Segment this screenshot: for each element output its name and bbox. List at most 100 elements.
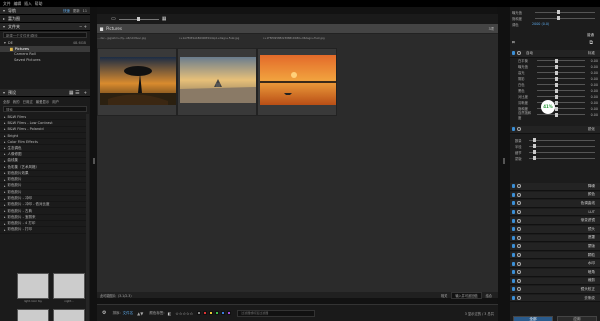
toggle-icon[interactable] <box>512 253 515 258</box>
slider-track[interactable] <box>535 10 595 14</box>
swatch-none[interactable] <box>197 310 202 315</box>
module-header[interactable]: 去条纹 <box>510 294 600 303</box>
slider-track[interactable] <box>537 88 585 93</box>
slider-track[interactable] <box>537 76 585 81</box>
toggle-icon[interactable] <box>512 278 515 283</box>
swatch-blue[interactable] <box>221 310 226 315</box>
slider-track[interactable] <box>529 144 595 148</box>
module-header-sharpen[interactable]: 锐化 <box>510 126 600 134</box>
toggle-icon[interactable] <box>512 218 515 223</box>
toggle-icon[interactable] <box>512 201 515 206</box>
tab-quick[interactable]: 快速 <box>63 8 70 13</box>
thumbnail-size-slider[interactable] <box>118 17 159 21</box>
crop-icon[interactable]: ⌗ <box>512 40 515 46</box>
preset-tab-favorites[interactable]: 最爱显示 <box>36 99 50 104</box>
module-header[interactable]: 裁剪 <box>510 277 600 286</box>
toggle-icon[interactable] <box>512 287 515 292</box>
history-header[interactable]: ▸ 富为图 <box>0 15 90 23</box>
menu-file[interactable]: 文件 <box>3 1 11 7</box>
reset-icon[interactable] <box>517 127 521 132</box>
slider-knob[interactable] <box>533 144 536 148</box>
left-collapse-handle[interactable] <box>93 158 95 164</box>
reset-icon[interactable] <box>517 201 521 206</box>
slider-knob[interactable] <box>533 150 536 154</box>
module-header[interactable]: 水印 <box>510 260 600 268</box>
slider-knob[interactable] <box>555 58 558 63</box>
root-folder-field[interactable]: 新建一个文件夹/路径 <box>3 32 87 38</box>
reset-icon[interactable] <box>517 227 521 232</box>
add-folder-icon[interactable]: − + <box>79 24 87 29</box>
toggle-icon[interactable] <box>512 244 515 249</box>
toggle-icon[interactable] <box>512 51 515 56</box>
slider-track[interactable] <box>537 82 585 87</box>
value-dropdown[interactable]: 2000 (0.0) <box>532 22 549 26</box>
slider-knob[interactable] <box>533 138 536 142</box>
sort-direction-icon[interactable]: ▲▼ <box>137 311 143 316</box>
status-input[interactable]: 输入并可返回值 <box>451 291 482 299</box>
reset-icon[interactable] <box>517 287 521 292</box>
slider-knob[interactable] <box>555 94 558 99</box>
reset-icon[interactable] <box>517 235 521 240</box>
thumbnail-card[interactable] <box>257 48 337 116</box>
auto-label[interactable]: 自动 <box>526 51 533 56</box>
preset-thumbnail[interactable] <box>53 273 85 299</box>
thumbnail-card[interactable] <box>97 48 177 116</box>
toggle-icon[interactable] <box>512 227 515 232</box>
thumbnail-view-icon[interactable]: ▭ <box>111 16 116 22</box>
slider-track[interactable] <box>537 70 585 75</box>
presets-header[interactable]: ▾ 预设 ▦ ☰ + <box>0 89 90 97</box>
copy-icon[interactable]: ⧉ <box>589 40 593 46</box>
toggle-icon[interactable] <box>512 127 515 132</box>
add-preset-icon[interactable]: + <box>84 90 87 95</box>
module-header[interactable]: LUT <box>510 208 600 217</box>
module-header[interactable]: 蒙版 <box>510 243 600 251</box>
slider-track[interactable] <box>537 112 585 117</box>
photo-tree-sunset[interactable] <box>98 49 178 117</box>
slider-knob[interactable] <box>136 17 140 21</box>
preset-item[interactable]: ▸ 彩色胶片 - 打印 <box>0 227 86 234</box>
slider-knob[interactable] <box>555 76 558 81</box>
photo-house-sunrise[interactable] <box>178 49 258 117</box>
swatch-green[interactable] <box>215 310 220 315</box>
folders-header[interactable]: ▾ 文件夹 − + <box>0 23 90 31</box>
tab-extra[interactable]: 11 <box>83 9 87 13</box>
preset-tab-user[interactable]: 用户 <box>52 99 59 104</box>
filter-icon[interactable]: ◧ <box>168 311 172 316</box>
slider-knob[interactable] <box>555 70 558 75</box>
slider-track[interactable] <box>529 138 595 142</box>
module-header[interactable]: 镜头校正 <box>510 286 600 294</box>
preset-scrollbar[interactable] <box>86 114 89 321</box>
slider-track[interactable] <box>529 156 595 160</box>
module-header[interactable]: 降噪 <box>510 183 600 191</box>
menu-edit[interactable]: 编辑 <box>14 1 22 7</box>
slider-knob[interactable] <box>555 82 558 87</box>
grid-view-icon[interactable]: ▦ ☰ <box>69 90 80 96</box>
module-header[interactable]: 遮罩 <box>510 234 600 243</box>
swatch-yellow[interactable] <box>209 310 214 315</box>
reset-icon[interactable] <box>517 270 521 275</box>
slider-knob[interactable] <box>557 16 560 20</box>
module-header[interactable]: 色调曲线 <box>510 200 600 208</box>
reset-icon[interactable] <box>517 244 521 249</box>
slider-track[interactable] <box>537 94 585 99</box>
reset-icon[interactable] <box>517 184 521 189</box>
slider-knob[interactable] <box>555 100 558 105</box>
slider-knob[interactable] <box>555 112 558 117</box>
preset-tab-all[interactable]: 全部 <box>3 99 10 104</box>
module-header[interactable]: 颗粒 <box>510 251 600 260</box>
menu-insert[interactable]: 插入 <box>24 1 32 7</box>
toggle-icon[interactable] <box>512 184 515 189</box>
slider-knob[interactable] <box>533 156 536 160</box>
apply-button[interactable]: 应用 <box>557 315 597 321</box>
preset-tab-mine[interactable]: 我的 <box>13 99 20 104</box>
reset-icon[interactable] <box>517 253 521 258</box>
photo-boat-sunset[interactable] <box>258 49 338 117</box>
filter-input[interactable]: 过滤器或标签过滤器 <box>237 309 316 317</box>
folder-item-saved-pictures[interactable]: Saved Pictures <box>0 58 90 64</box>
reset-icon[interactable] <box>517 261 521 266</box>
slider-knob[interactable] <box>555 88 558 93</box>
slider-track[interactable] <box>535 16 595 20</box>
module-header[interactable]: 渐变滤镜 <box>510 217 600 225</box>
apply-all-button[interactable]: 全部 <box>513 315 553 321</box>
swatch-purple[interactable] <box>227 310 232 315</box>
